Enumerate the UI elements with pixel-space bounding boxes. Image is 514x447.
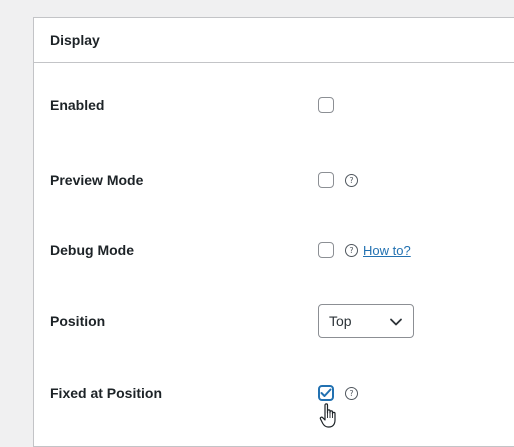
position-control: Top <box>318 301 414 341</box>
hand-pointer-icon <box>319 403 336 428</box>
help-icon[interactable]: ? <box>345 386 358 400</box>
row-enabled: Enabled <box>50 85 514 125</box>
preview-mode-checkbox[interactable] <box>318 172 334 188</box>
help-icon[interactable]: ? <box>345 173 358 187</box>
row-preview-mode: Preview Mode ? <box>50 160 514 200</box>
debug-mode-control: ? How to? <box>318 230 411 270</box>
row-position: Position Top <box>50 301 514 341</box>
row-debug-mode: Debug Mode ? How to? <box>50 230 514 270</box>
preview-mode-control: ? <box>318 160 358 200</box>
enabled-label: Enabled <box>50 97 105 113</box>
checkmark-icon <box>320 388 332 397</box>
fixed-at-position-label: Fixed at Position <box>50 385 163 401</box>
enabled-checkbox[interactable] <box>318 97 334 113</box>
position-label: Position <box>50 313 106 329</box>
panel-title: Display <box>34 18 514 63</box>
position-select[interactable]: Top <box>318 304 414 338</box>
debug-mode-checkbox[interactable] <box>318 242 334 258</box>
preview-mode-label: Preview Mode <box>50 172 144 188</box>
chevron-down-icon <box>390 318 402 326</box>
debug-mode-label: Debug Mode <box>50 242 134 258</box>
settings-panel: Display Enabled Preview Mode ? Debug Mod… <box>33 17 514 447</box>
how-to-link[interactable]: How to? <box>363 243 411 258</box>
enabled-control <box>318 85 334 125</box>
help-icon[interactable]: ? <box>345 243 358 257</box>
fixed-at-position-checkbox[interactable] <box>318 385 334 401</box>
position-select-value: Top <box>329 313 352 329</box>
row-fixed-at-position: Fixed at Position ? <box>50 373 514 413</box>
